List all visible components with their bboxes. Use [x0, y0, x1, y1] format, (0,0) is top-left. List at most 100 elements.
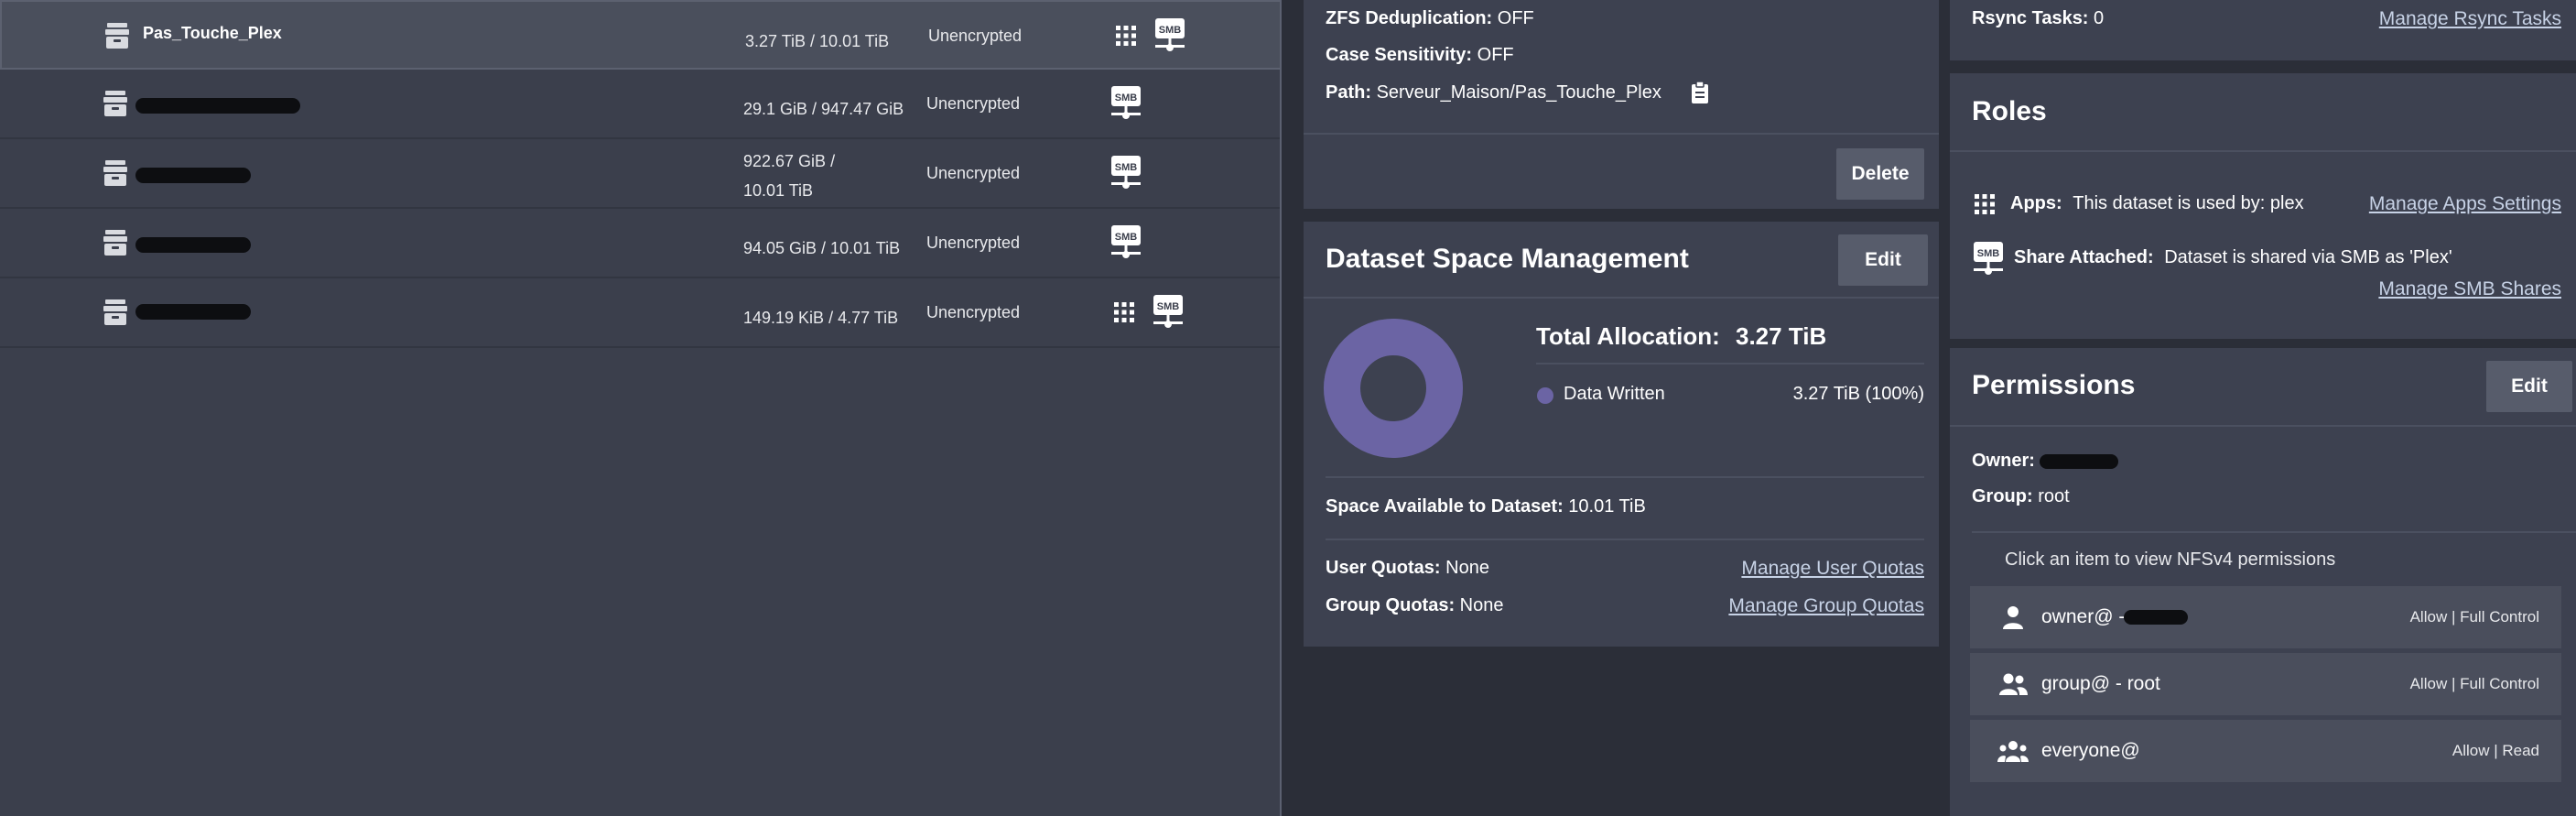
dataset-row[interactable]: 29.1 GiB / 947.47 GiB Unencrypted SMB: [0, 70, 1282, 139]
space-management-card: Dataset Space Management Edit Total Allo…: [1304, 222, 1939, 647]
space-available-label: Space Available to Dataset:: [1326, 496, 1564, 517]
permissions-edit-button[interactable]: Edit: [2486, 361, 2572, 412]
smb-share-icon[interactable]: SMB: [1152, 17, 1188, 54]
manage-group-quotas-link[interactable]: Manage Group Quotas: [1728, 595, 1924, 617]
rsync-tasks-value: 0: [2094, 8, 2105, 28]
case-sensitivity-label: Case Sensitivity:: [1326, 45, 1473, 65]
dataset-row[interactable]: 922.67 GiB / 10.01 TiB Unencrypted SMB: [0, 139, 1282, 209]
acl-entry-access: Allow | Full Control: [2409, 608, 2539, 626]
apps-icon[interactable]: [1113, 301, 1135, 323]
dataset-icon: [103, 299, 127, 325]
apps-role-value: This dataset is used by: plex: [2073, 193, 2304, 213]
dataset-details-card: ZFS Deduplication: OFF Case Sensitivity:…: [1304, 0, 1939, 209]
dataset-row[interactable]: 94.05 GiB / 10.01 TiB Unencrypted SMB: [0, 209, 1282, 278]
case-sensitivity-row: Case Sensitivity: OFF: [1326, 45, 1514, 66]
share-attached-row: Share Attached: Dataset is shared via SM…: [2014, 247, 2452, 268]
dataset-row[interactable]: 149.19 KiB / 4.77 TiB Unencrypted SMB: [0, 278, 1282, 348]
person-icon: [2003, 606, 2023, 629]
group-quotas-row: Group Quotas: None: [1326, 595, 1503, 616]
dataset-name: Pas_Touche_Plex: [143, 24, 282, 42]
dataset-usage-line1: 922.67 GiB /: [743, 152, 836, 170]
group-value: root: [2038, 486, 2070, 506]
everyone-icon: [1997, 741, 2029, 762]
dataset-encryption: Unencrypted: [926, 303, 1021, 321]
apps-role-row: Apps: This dataset is used by: plex: [2010, 193, 2304, 214]
svg-text:SMB: SMB: [1115, 92, 1138, 103]
manage-apps-settings-link[interactable]: Manage Apps Settings: [2369, 193, 2561, 215]
svg-text:SMB: SMB: [1115, 232, 1138, 243]
delete-button[interactable]: Delete: [1836, 148, 1924, 200]
redacted-dataset-name: [135, 237, 251, 253]
nfsv4-hint: Click an item to view NFSv4 permissions: [2005, 549, 2336, 570]
clipboard-icon[interactable]: [1690, 81, 1710, 104]
acl-entry-everyone[interactable]: everyone@ Allow | Read: [1970, 720, 2561, 782]
dataset-usage: 94.05 GiB / 10.01 TiB: [743, 239, 901, 257]
allocation-divider: [1536, 363, 1924, 364]
total-allocation-value: 3.27 TiB: [1736, 322, 1827, 350]
dataset-encryption: Unencrypted: [926, 234, 1021, 252]
acl-entry-who: group@ - root: [2041, 673, 2160, 694]
manage-smb-shares-link[interactable]: Manage SMB Shares: [2378, 278, 2561, 300]
roles-card: Roles Apps: This dataset is used by: ple…: [1950, 73, 2576, 339]
acl-entry-access: Allow | Read: [2452, 742, 2539, 759]
dataset-encryption: Unencrypted: [926, 164, 1021, 182]
acl-divider: [1972, 531, 2576, 533]
redacted-owner-name: [2124, 610, 2188, 625]
dataset-usage: 29.1 GiB / 947.47 GiB: [743, 100, 904, 118]
permissions-title: Permissions: [1972, 370, 2136, 400]
dataset-encryption: Unencrypted: [928, 27, 1023, 45]
case-sensitivity-value: OFF: [1477, 45, 1514, 65]
smb-share-icon: SMB: [1974, 242, 2003, 275]
pane-divider: [1280, 0, 1282, 816]
dedup-row: ZFS Deduplication: OFF: [1326, 8, 1534, 29]
space-edit-button[interactable]: Edit: [1838, 234, 1928, 286]
dedup-label: ZFS Deduplication:: [1326, 8, 1493, 28]
legend-dot: [1537, 387, 1553, 404]
legend-value: 3.27 TiB (100%): [1792, 384, 1924, 404]
apps-icon: [1975, 194, 1995, 214]
space-available-value: 10.01 TiB: [1568, 496, 1646, 517]
share-attached-value: Dataset is shared via SMB as 'Plex': [2164, 247, 2452, 267]
acl-entry-who: owner@ -: [2041, 606, 2126, 627]
dataset-encryption: Unencrypted: [926, 94, 1021, 113]
acl-entry-group[interactable]: group@ - root Allow | Full Control: [1970, 653, 2561, 715]
rsync-tasks-label: Rsync Tasks:: [1972, 8, 2089, 28]
manage-user-quotas-link[interactable]: Manage User Quotas: [1741, 558, 1924, 580]
group-quotas-value: None: [1459, 595, 1504, 615]
owner-row: Owner:: [1972, 451, 2035, 472]
roles-divider: [1950, 150, 2576, 152]
allocation-donut-chart: [1324, 319, 1463, 458]
user-quotas-row: User Quotas: None: [1326, 558, 1489, 579]
redacted-dataset-name: [135, 304, 251, 320]
group-label: Group:: [1972, 486, 2033, 506]
acl-entry-owner[interactable]: owner@ - Allow | Full Control: [1970, 586, 2561, 648]
acl-entry-access: Allow | Full Control: [2409, 675, 2539, 692]
smb-share-icon[interactable]: SMB: [1108, 155, 1144, 191]
details-divider: [1304, 133, 1939, 135]
donut-slice-data-written: [1324, 319, 1463, 458]
dataset-usage: 3.27 TiB / 10.01 TiB: [745, 32, 890, 50]
permissions-divider: [1950, 425, 2576, 427]
rsync-tasks-row: Rsync Tasks: 0: [1972, 8, 2104, 29]
legend-label: Data Written: [1564, 384, 1665, 404]
path-row: Path: Serveur_Maison/Pas_Touche_Plex: [1326, 82, 1661, 103]
apps-icon[interactable]: [1115, 25, 1137, 47]
redacted-dataset-name: [135, 98, 300, 114]
group-quotas-label: Group Quotas:: [1326, 595, 1456, 615]
dataset-row[interactable]: Pas_Touche_Plex 3.27 TiB / 10.01 TiB Une…: [0, 0, 1282, 70]
smb-share-icon[interactable]: SMB: [1108, 224, 1144, 261]
dataset-usage: 149.19 KiB / 4.77 TiB: [743, 309, 899, 327]
rsync-card: Rsync Tasks: 0 Manage Rsync Tasks: [1950, 0, 2576, 60]
total-allocation-label: Total Allocation:: [1536, 322, 1720, 350]
share-attached-label: Share Attached:: [2014, 247, 2154, 267]
redacted-dataset-name: [135, 168, 251, 183]
smb-share-icon[interactable]: SMB: [1150, 294, 1186, 331]
space-divider: [1326, 476, 1924, 478]
space-title-divider: [1304, 297, 1939, 299]
svg-text:SMB: SMB: [1115, 162, 1138, 173]
dataset-icon: [105, 23, 129, 49]
smb-share-icon[interactable]: SMB: [1108, 85, 1144, 122]
manage-rsync-tasks-link[interactable]: Manage Rsync Tasks: [2379, 8, 2561, 30]
dataset-tree: Pas_Touche_Plex 3.27 TiB / 10.01 TiB Une…: [0, 0, 1282, 816]
path-value: Serveur_Maison/Pas_Touche_Plex: [1376, 82, 1661, 103]
